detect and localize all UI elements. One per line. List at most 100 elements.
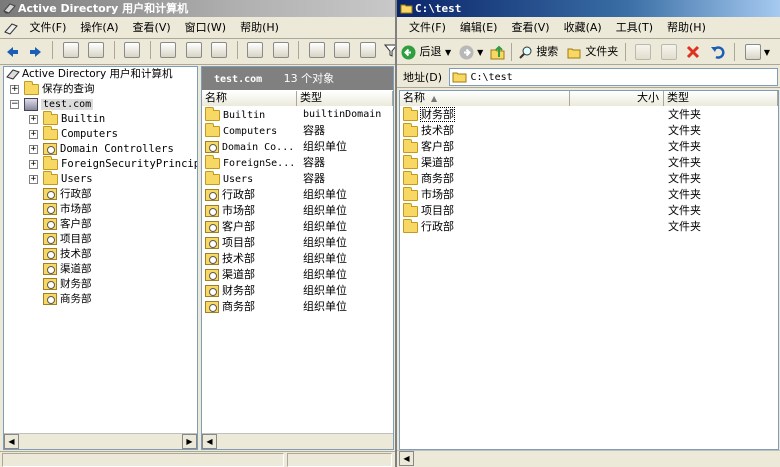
folders-button[interactable]: 文件夹: [567, 45, 622, 58]
expand-plus-icon[interactable]: +: [10, 85, 19, 94]
back-button[interactable]: 后退 ▼: [401, 45, 455, 59]
delete-x-icon[interactable]: [686, 45, 700, 59]
ad-list-row[interactable]: Builtin builtinDomain: [202, 106, 393, 123]
tree-item-builtin[interactable]: + Builtin: [4, 110, 197, 127]
forward-arrow-icon[interactable]: [28, 44, 44, 60]
col-header-type[interactable]: 类型: [297, 91, 393, 106]
new-ou-icon[interactable]: [359, 42, 376, 58]
explorer-file-row[interactable]: 商务部 文件夹: [400, 170, 778, 187]
explorer-file-row[interactable]: 渠道部 文件夹: [400, 154, 778, 171]
list-hscrollbar[interactable]: ◀: [202, 433, 393, 449]
ex-menu-edit[interactable]: 编辑(E): [453, 17, 505, 39]
scroll-left-icon[interactable]: ◀: [4, 434, 19, 449]
explorer-file-row[interactable]: 财务部 文件夹: [400, 106, 778, 123]
tree-item-computers[interactable]: + Computers: [4, 125, 197, 142]
help-icon[interactable]: [247, 42, 263, 58]
views-dropdown-icon[interactable]: ▼: [764, 48, 770, 57]
tree-item-ou[interactable]: 渠道部: [4, 262, 197, 277]
ad-list-row[interactable]: Domain Co... 组织单位: [202, 139, 393, 155]
ad-list-row[interactable]: 项目部 组织单位: [202, 235, 393, 251]
ex-menu-file[interactable]: 文件(F): [402, 17, 453, 39]
filter-icon[interactable]: [383, 43, 395, 57]
ex-menu-tools[interactable]: 工具(T): [609, 17, 660, 39]
forward-arrow-icon[interactable]: [459, 45, 474, 60]
col-header-name[interactable]: 名称 ▲: [400, 91, 570, 106]
ad-menu-file[interactable]: 文件(F): [23, 17, 74, 39]
ex-menu-favorites[interactable]: 收藏(A): [557, 17, 609, 39]
delete-icon[interactable]: [124, 42, 140, 58]
expand-plus-icon[interactable]: +: [29, 130, 38, 139]
collapse-minus-icon[interactable]: −: [10, 100, 19, 109]
ad-menu-window[interactable]: 窗口(W): [178, 17, 233, 39]
console-icon[interactable]: [272, 42, 289, 58]
tree-item-saved-queries[interactable]: + 保存的查询: [4, 80, 197, 97]
ad-row-type: 组织单位: [303, 252, 347, 265]
scroll-right-icon[interactable]: ▶: [182, 434, 197, 449]
refresh-icon[interactable]: [185, 42, 202, 58]
tree-item-ou[interactable]: 项目部: [4, 232, 197, 247]
list-header-banner: test.com 13 个对象: [202, 67, 393, 90]
explorer-file-row[interactable]: 市场部 文件夹: [400, 186, 778, 203]
scroll-left-icon[interactable]: ◀: [202, 434, 217, 449]
address-field[interactable]: C:\test: [449, 68, 778, 86]
ad-list-row[interactable]: 市场部 组织单位: [202, 203, 393, 219]
ad-list-row[interactable]: 商务部 组织单位: [202, 299, 393, 315]
expand-plus-icon[interactable]: +: [29, 115, 38, 124]
scroll-left-icon[interactable]: ◀: [399, 451, 414, 466]
new-group-icon[interactable]: [334, 42, 350, 58]
tree-item-ou[interactable]: 行政部: [4, 187, 197, 202]
col-header-size[interactable]: 大小: [570, 91, 664, 106]
explorer-titlebar[interactable]: C:\test: [397, 0, 780, 17]
ad-list-row[interactable]: Computers 容器: [202, 122, 393, 139]
tree-item-users[interactable]: + Users: [4, 170, 197, 187]
new-user-icon[interactable]: [308, 42, 325, 58]
views-icon[interactable]: [744, 44, 761, 60]
ad-titlebar[interactable]: Active Directory 用户和计算机: [0, 0, 395, 17]
copy-to-icon[interactable]: [660, 44, 677, 60]
ad-list-row[interactable]: 渠道部 组织单位: [202, 267, 393, 283]
ex-menu-view[interactable]: 查看(V): [504, 17, 556, 39]
col-header-type[interactable]: 类型: [664, 91, 778, 106]
explorer-file-row[interactable]: 行政部 文件夹: [400, 218, 778, 235]
search-button[interactable]: 搜索: [519, 45, 562, 59]
ad-list-row[interactable]: 财务部 组织单位: [202, 283, 393, 299]
ad-menu-help[interactable]: 帮助(H): [233, 17, 286, 39]
explorer-file-row[interactable]: 技术部 文件夹: [400, 122, 778, 139]
explorer-file-row[interactable]: 客户部 文件夹: [400, 138, 778, 155]
ad-menu-action[interactable]: 操作(A): [73, 17, 125, 39]
tree-item-ou[interactable]: 财务部: [4, 277, 197, 292]
up-level-icon[interactable]: [62, 42, 79, 58]
forward-dropdown-icon[interactable]: ▼: [477, 48, 483, 57]
ad-list-row[interactable]: 客户部 组织单位: [202, 219, 393, 235]
move-to-icon[interactable]: [635, 44, 652, 60]
tree-item-ou[interactable]: 市场部: [4, 202, 197, 217]
back-arrow-icon[interactable]: [4, 44, 20, 60]
export-list-icon[interactable]: [211, 42, 227, 58]
tree-root[interactable]: Active Directory 用户和计算机: [4, 67, 197, 82]
explorer-hscrollbar[interactable]: ◀: [397, 450, 780, 467]
ad-list-row[interactable]: ForeignSe... 容器: [202, 154, 393, 171]
tree-item-ou[interactable]: 商务部: [4, 292, 197, 307]
col-header-name[interactable]: 名称: [202, 91, 297, 106]
tree-item-ou[interactable]: 客户部: [4, 217, 197, 232]
show-hide-tree-icon[interactable]: [88, 42, 104, 58]
ad-list-row[interactable]: 行政部 组织单位: [202, 187, 393, 203]
up-folder-icon[interactable]: [490, 45, 505, 60]
tree-item-domain[interactable]: − test.com: [4, 97, 197, 112]
explorer-file-row[interactable]: 项目部 文件夹: [400, 202, 778, 219]
tree-item-ou[interactable]: 技术部: [4, 247, 197, 262]
ad-menu-view[interactable]: 查看(V): [126, 17, 178, 39]
tree-item-domain-controllers[interactable]: + Domain Controllers: [4, 142, 197, 157]
back-dropdown-icon[interactable]: ▼: [445, 48, 451, 57]
tree-item-foreign-security-principals[interactable]: + ForeignSecurityPrincipa: [4, 155, 197, 172]
expand-plus-icon[interactable]: +: [29, 145, 38, 154]
ex-menu-help[interactable]: 帮助(H): [660, 17, 713, 39]
tree-hscrollbar[interactable]: ◀ ▶: [4, 433, 197, 449]
undo-icon[interactable]: [710, 45, 725, 59]
ou-icon: [205, 301, 219, 313]
ad-list-row[interactable]: Users 容器: [202, 170, 393, 187]
ad-list-row[interactable]: 技术部 组织单位: [202, 251, 393, 267]
properties-icon[interactable]: [160, 42, 176, 58]
expand-plus-icon[interactable]: +: [29, 160, 38, 169]
expand-plus-icon[interactable]: +: [29, 175, 38, 184]
